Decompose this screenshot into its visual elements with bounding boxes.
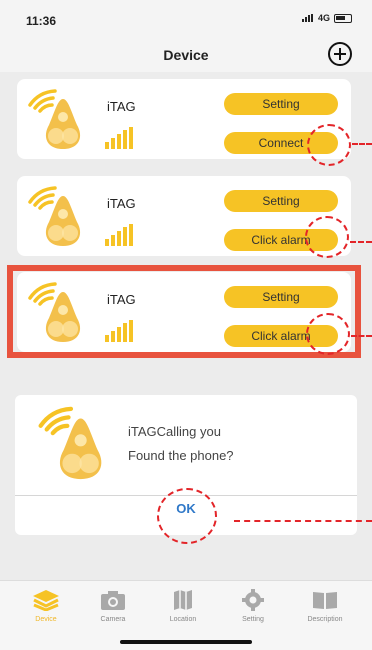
itag-logo-icon xyxy=(27,87,93,153)
setting-button[interactable]: Setting xyxy=(224,93,338,115)
home-indicator xyxy=(120,640,252,644)
annotation-circle xyxy=(306,313,350,355)
device-name: iTAG xyxy=(107,196,136,211)
signal-strength-icon xyxy=(105,224,135,246)
tab-location[interactable]: Location xyxy=(148,589,218,623)
navigation-bar: Device xyxy=(0,40,372,72)
camera-icon xyxy=(101,591,125,610)
cellular-signal-icon xyxy=(301,14,313,22)
annotation-line xyxy=(350,241,372,243)
dialog-message-title: iTAGCalling you xyxy=(128,424,221,439)
battery-icon xyxy=(334,13,352,23)
gear-icon xyxy=(242,589,264,611)
annotation-line xyxy=(234,520,372,522)
tab-label: Location xyxy=(169,616,197,623)
network-label: 4G xyxy=(317,13,330,23)
itag-logo-icon xyxy=(37,403,117,485)
tab-description[interactable]: Description xyxy=(290,589,360,623)
tab-label: Setting xyxy=(242,616,264,623)
status-time: 11:36 xyxy=(26,14,57,28)
status-indicators: 4G xyxy=(301,13,352,23)
itag-logo-icon xyxy=(27,184,93,250)
signal-strength-icon xyxy=(105,127,135,149)
tab-label: Description xyxy=(307,616,343,623)
tab-setting[interactable]: Setting xyxy=(218,589,288,623)
book-icon xyxy=(313,592,337,609)
annotation-circle xyxy=(305,216,349,258)
annotation-line xyxy=(351,335,372,337)
add-device-button[interactable] xyxy=(328,42,352,66)
map-icon xyxy=(174,590,192,610)
status-bar: 11:36 4G xyxy=(0,0,372,40)
annotation-circle xyxy=(307,124,351,166)
annotation-circle xyxy=(157,488,217,544)
page-title: Device xyxy=(163,47,209,63)
annotation-line xyxy=(352,143,372,145)
dialog-message-body: Found the phone? xyxy=(128,448,234,463)
tab-device[interactable]: Device xyxy=(11,589,81,623)
layers-icon xyxy=(33,590,59,611)
device-card: iTAG Setting Click alarm xyxy=(17,176,351,256)
device-name: iTAG xyxy=(107,99,136,114)
tab-label: Camera xyxy=(100,616,126,623)
tab-label: Device xyxy=(35,616,57,623)
setting-button[interactable]: Setting xyxy=(224,190,338,212)
device-card: iTAG Setting Connect xyxy=(17,79,351,159)
tab-camera[interactable]: Camera xyxy=(78,589,148,623)
